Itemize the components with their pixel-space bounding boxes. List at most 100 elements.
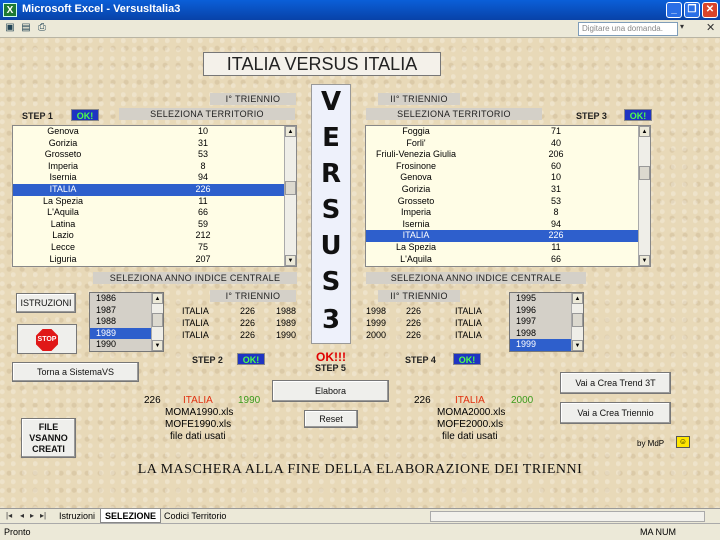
next-sheet-icon[interactable]: ▸ [30, 511, 34, 520]
left-triennio-label-2: I° TRIENNIO [210, 290, 296, 302]
right-year-scrollbar[interactable]: ▲ ▼ [571, 293, 583, 351]
territory-name: Foggia [402, 126, 430, 136]
territory-list-item[interactable]: Isernia 94 [366, 219, 650, 231]
first-sheet-icon[interactable]: |◂ [6, 511, 12, 520]
crea-trend-button[interactable]: Vai a Crea Trend 3T [560, 372, 671, 394]
print-icon[interactable]: ⎙ [36, 22, 48, 34]
territory-list-item[interactable]: Lazio 212 [13, 230, 296, 242]
horizontal-scrollbar[interactable] [430, 511, 705, 522]
ask-question-input[interactable]: Digitare una domanda. [578, 22, 678, 36]
istruzioni-button[interactable]: ISTRUZIONI [16, 293, 76, 313]
right-file-moma: MOMA2000.xls [437, 407, 506, 418]
byline: by MdP [637, 439, 665, 448]
territory-list-item[interactable]: Forli' 40 [366, 138, 650, 150]
right-territory-scrollbar[interactable]: ▲ ▼ [638, 126, 650, 266]
status-bar: Pronto MA NUM [0, 523, 720, 540]
minimize-button[interactable]: _ [666, 2, 682, 18]
territory-name: Imperia [47, 160, 78, 171]
territory-list-item[interactable]: Friuli-Venezia Giulia 206 [366, 149, 650, 161]
scroll-down-icon[interactable]: ▼ [572, 340, 583, 351]
scroll-up-icon[interactable]: ▲ [152, 293, 163, 304]
elabora-button[interactable]: Elabora [272, 380, 389, 402]
territory-name: ITALIA [402, 230, 430, 241]
territory-list-item[interactable]: Imperia 8 [366, 207, 650, 219]
step3-ok-badge: OK! [624, 109, 652, 121]
territory-code: 75 [197, 241, 208, 252]
territory-name: Lecce [50, 241, 76, 252]
territory-code: 71 [550, 126, 561, 136]
territory-code: 8 [553, 207, 559, 218]
territory-list-item[interactable]: Isernia 94 [13, 172, 296, 184]
territory-list-item[interactable]: Frosinone 60 [366, 161, 650, 173]
scroll-up-icon[interactable]: ▲ [639, 126, 650, 137]
territory-code: 207 [195, 253, 211, 264]
step2-ok-badge: OK! [237, 353, 265, 365]
step5-label: STEP 5 [315, 363, 346, 373]
territory-code: 10 [197, 126, 208, 136]
territory-list-item[interactable]: La Spezia 11 [366, 242, 650, 254]
scroll-thumb[interactable] [639, 166, 650, 180]
territory-name: L'Aquila [47, 207, 79, 218]
right-file-mofe: MOFE2000.xls [437, 419, 504, 430]
left-year-list[interactable]: 1986 1987 1988 1989 1990 ▲ ▼ [89, 292, 164, 352]
tab-codici-territorio[interactable]: Codici Territorio [160, 509, 230, 523]
print-preview-icon[interactable]: ▤ [20, 22, 32, 34]
territory-list-item[interactable]: ITALIA 226 [13, 183, 296, 196]
territory-code: 11 [198, 195, 208, 206]
territory-list-item[interactable]: Gorizia 31 [366, 184, 650, 196]
territory-list-item[interactable]: Gorizia 31 [13, 138, 296, 150]
territory-list-item[interactable]: La Spezia 11 [13, 196, 296, 208]
crea-triennio-button[interactable]: Vai a Crea Triennio [560, 402, 671, 424]
territory-code: 66 [550, 253, 561, 264]
territory-list-item[interactable]: Genova 10 [366, 172, 650, 184]
territory-list-item[interactable]: Foggia 71 [366, 126, 650, 138]
left-territory-scrollbar[interactable]: ▲ ▼ [284, 126, 296, 266]
territory-list-item[interactable]: Genova 10 [13, 126, 296, 138]
territory-list-item[interactable]: ITALIA 226 [366, 230, 650, 242]
maximize-button[interactable]: ❐ [684, 2, 700, 18]
file-vsanno-creati-button[interactable]: FILE VSANNO CREATI [21, 418, 76, 458]
stop-button[interactable]: STOP [17, 324, 77, 354]
left-summary-name: ITALIA [183, 395, 213, 406]
close-document-icon[interactable]: ✕ [706, 21, 715, 34]
scroll-down-icon[interactable]: ▼ [639, 255, 650, 266]
territory-list-item[interactable]: Liguria 207 [13, 254, 296, 266]
ask-dropdown-icon[interactable]: ▾ [680, 22, 684, 31]
territory-name: Liguria [49, 253, 77, 264]
territory-list-item[interactable]: Grosseto 53 [366, 196, 650, 208]
close-button[interactable]: ✕ [702, 2, 718, 18]
scroll-thumb[interactable] [572, 313, 583, 327]
territory-list-item[interactable]: Lecce 75 [13, 242, 296, 254]
step1-ok-badge: OK! [71, 109, 99, 121]
right-summary-code: 226 [414, 395, 431, 406]
right-summary-name: ITALIA [455, 395, 485, 406]
reset-button[interactable]: Reset [304, 410, 358, 428]
territory-list-item[interactable]: L'Aquila 66 [366, 254, 650, 266]
right-triennio-label: II° TRIENNIO [378, 93, 460, 105]
scroll-thumb[interactable] [152, 313, 163, 327]
territory-list-item[interactable]: Latina 59 [13, 219, 296, 231]
scroll-down-icon[interactable]: ▼ [285, 255, 296, 266]
last-sheet-icon[interactable]: ▸| [40, 511, 46, 520]
triennio-name: ITALIA [182, 330, 209, 340]
scroll-up-icon[interactable]: ▲ [285, 126, 296, 137]
territory-list-item[interactable]: Imperia 8 [13, 161, 296, 173]
right-territory-list[interactable]: Foggia 71 Forli' 40 Friuli-Venezia Giulia 206… [365, 125, 651, 267]
stop-icon: STOP [36, 329, 58, 351]
triennio-code: 226 [406, 330, 422, 340]
scroll-thumb[interactable] [285, 181, 296, 195]
scroll-up-icon[interactable]: ▲ [572, 293, 583, 304]
tab-istruzioni[interactable]: Istruzioni [55, 509, 99, 523]
tab-selezione[interactable]: SELEZIONE [100, 509, 162, 523]
new-file-icon[interactable]: ▣ [4, 22, 16, 34]
territory-code: 8 [200, 160, 206, 171]
territory-list-item[interactable]: L'Aquila 66 [13, 207, 296, 219]
prev-sheet-icon[interactable]: ◂ [20, 511, 24, 520]
scroll-down-icon[interactable]: ▼ [152, 340, 163, 351]
right-year-list[interactable]: 1995 1996 1997 1998 1999 ▲ ▼ [509, 292, 584, 352]
torna-sistemavs-button[interactable]: Torna a SistemaVS [12, 362, 139, 382]
triennio-year: 1998 [366, 306, 387, 316]
left-territory-list[interactable]: Genova 10 Gorizia 31 Grosseto 53 Imperia 8 Isern… [12, 125, 297, 267]
territory-list-item[interactable]: Grosseto 53 [13, 149, 296, 161]
left-year-scrollbar[interactable]: ▲ ▼ [151, 293, 163, 351]
